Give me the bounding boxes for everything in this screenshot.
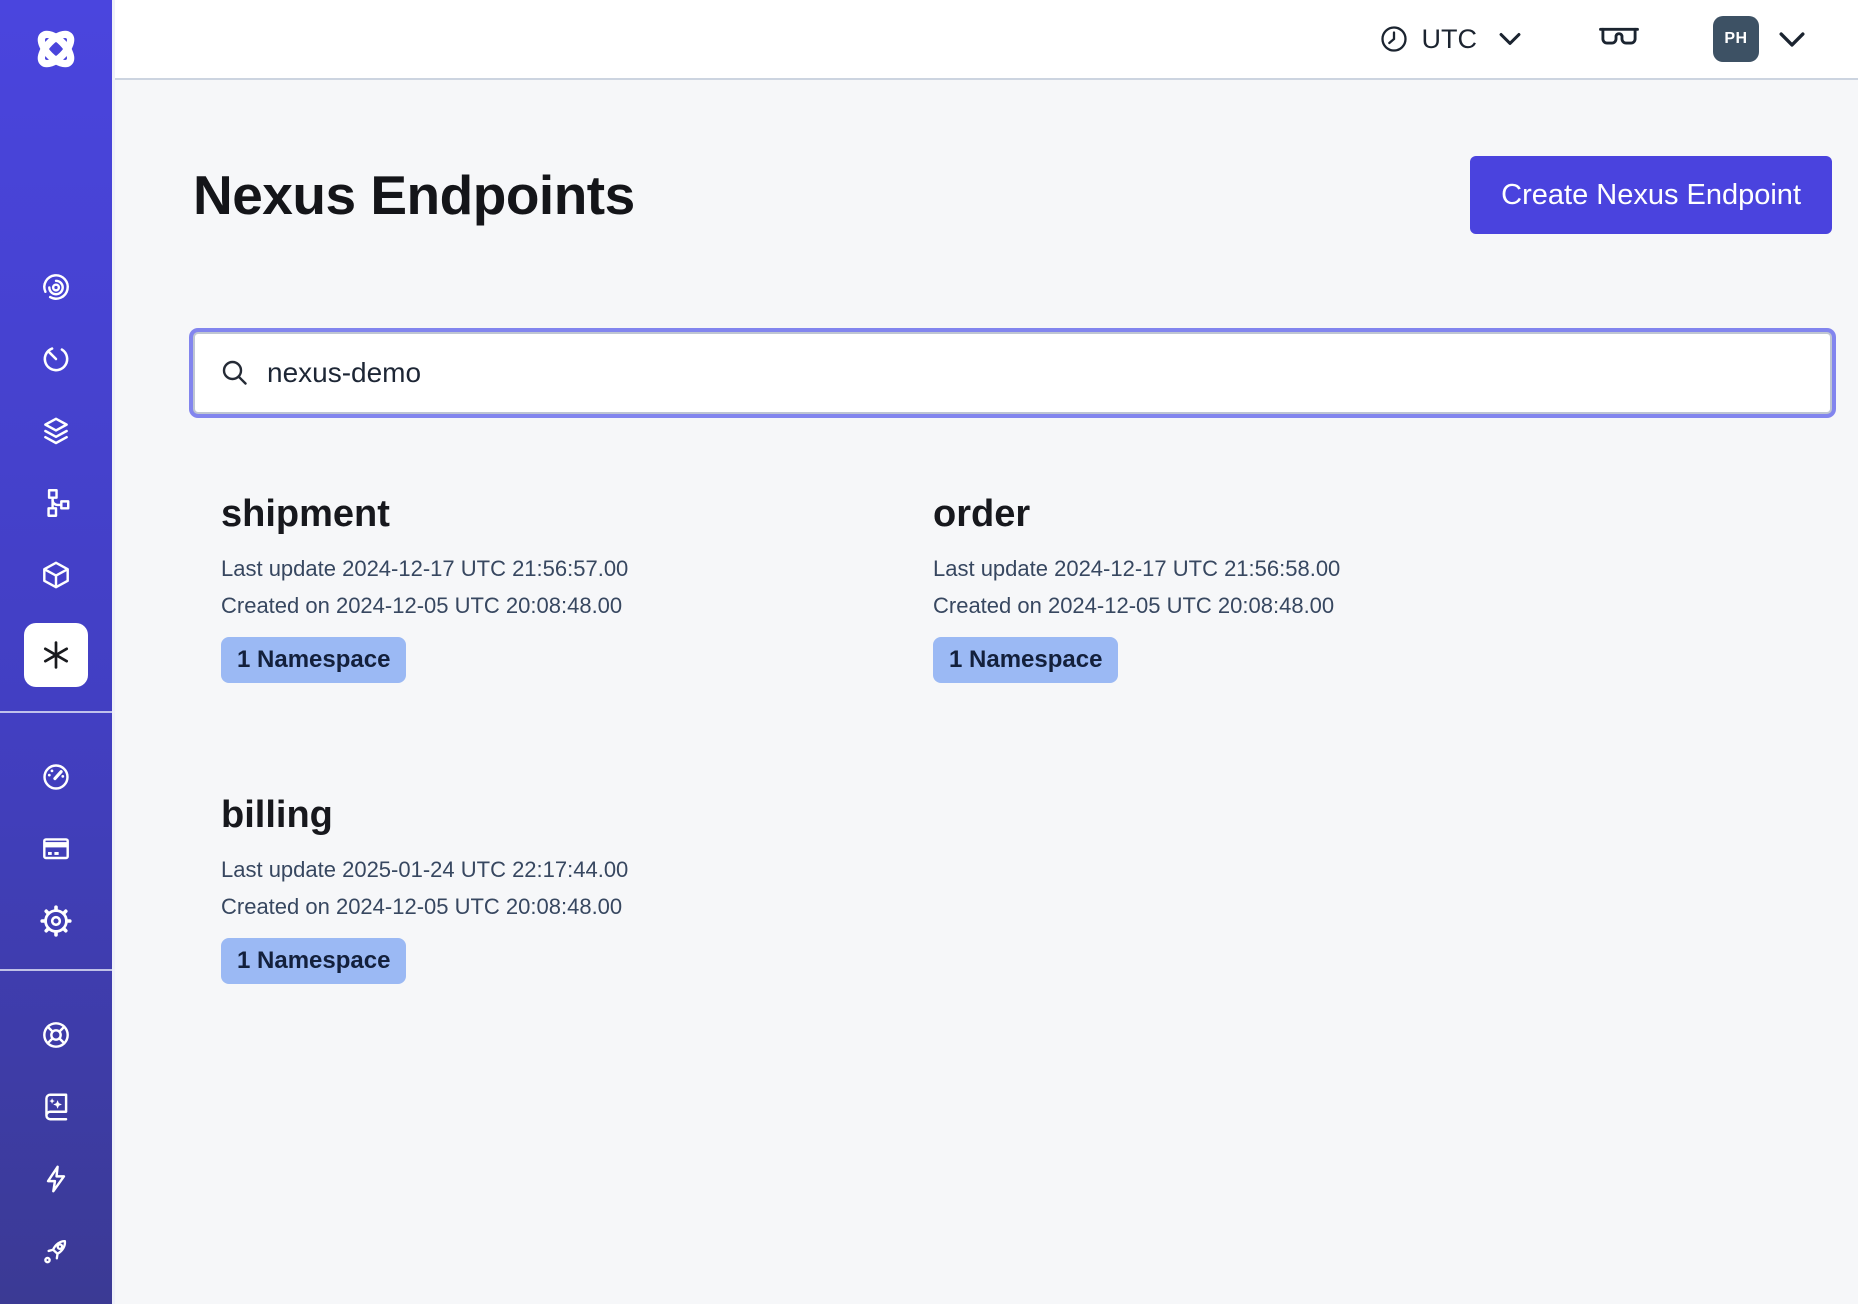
page-header: Nexus Endpoints Create Nexus Endpoint xyxy=(193,156,1832,234)
lifebuoy-icon xyxy=(39,1018,73,1052)
clock-icon xyxy=(1378,23,1410,55)
glasses-icon xyxy=(1597,24,1641,55)
endpoint-card[interactable]: order Last update 2024-12-17 UTC 21:56:5… xyxy=(905,465,1617,711)
sidebar-item-lifebuoy[interactable] xyxy=(24,1011,88,1059)
page-title: Nexus Endpoints xyxy=(193,162,635,228)
rocket-icon xyxy=(39,1234,73,1268)
namespace-badge: 1 Namespace xyxy=(221,938,406,984)
search-input[interactable] xyxy=(267,357,1806,389)
main-area: UTC PH Ne xyxy=(115,0,1858,1304)
create-nexus-endpoint-button[interactable]: Create Nexus Endpoint xyxy=(1470,156,1832,234)
glasses-button[interactable] xyxy=(1597,24,1641,55)
endpoint-created: Created on 2024-12-05 UTC 20:08:48.00 xyxy=(221,888,877,925)
timer-icon xyxy=(39,342,73,376)
search-icon xyxy=(219,357,251,389)
chevron-down-icon xyxy=(1776,31,1808,48)
sidebar-item-workflow-graph[interactable] xyxy=(24,479,88,527)
temporal-logo-icon[interactable] xyxy=(29,22,83,76)
endpoint-name: order xyxy=(933,493,1589,537)
endpoint-last-update: Last update 2024-12-17 UTC 21:56:58.00 xyxy=(933,550,1589,587)
namespace-badge: 1 Namespace xyxy=(933,637,1118,683)
namespace-badge: 1 Namespace xyxy=(221,637,406,683)
endpoint-created: Created on 2024-12-05 UTC 20:08:48.00 xyxy=(221,587,877,624)
timezone-label: UTC xyxy=(1422,24,1478,55)
workflow-graph-icon xyxy=(39,486,73,520)
sidebar-item-book-sparkles[interactable] xyxy=(24,1083,88,1131)
sidebar-item-credit-card[interactable] xyxy=(24,825,88,873)
endpoint-card[interactable]: shipment Last update 2024-12-17 UTC 21:5… xyxy=(193,465,905,711)
page-content: Nexus Endpoints Create Nexus Endpoint sh… xyxy=(115,80,1858,1012)
endpoint-last-update: Last update 2024-12-17 UTC 21:56:57.00 xyxy=(221,550,877,587)
nexus-asterisk-icon xyxy=(38,637,74,673)
topbar: UTC PH xyxy=(115,0,1858,80)
gear-icon xyxy=(39,904,73,938)
chevron-down-icon xyxy=(1497,32,1523,46)
sidebar-item-timer[interactable] xyxy=(24,335,88,383)
orbit-eye-icon xyxy=(39,270,73,304)
sidebar-item-orbit-eye[interactable] xyxy=(24,263,88,311)
sidebar-divider xyxy=(0,969,112,971)
sidebar-item-lightning[interactable] xyxy=(24,1155,88,1203)
lightning-icon xyxy=(39,1162,73,1196)
sidebar-item-layers[interactable] xyxy=(24,407,88,455)
timezone-select[interactable]: UTC xyxy=(1378,23,1524,55)
layers-icon xyxy=(39,414,73,448)
book-sparkles-icon xyxy=(39,1090,73,1124)
avatar: PH xyxy=(1713,16,1759,62)
sidebar-item-gauge[interactable] xyxy=(24,753,88,801)
credit-card-icon xyxy=(39,832,73,866)
endpoint-name: billing xyxy=(221,794,877,838)
account-menu[interactable]: PH xyxy=(1713,16,1808,62)
sidebar-item-gear[interactable] xyxy=(24,897,88,945)
endpoint-card[interactable]: billing Last update 2025-01-24 UTC 22:17… xyxy=(193,766,905,1012)
endpoint-name: shipment xyxy=(221,493,877,537)
cube-icon xyxy=(39,558,73,592)
sidebar-divider xyxy=(0,711,112,713)
endpoint-last-update: Last update 2025-01-24 UTC 22:17:44.00 xyxy=(221,851,877,888)
sidebar-item-cube[interactable] xyxy=(24,551,88,599)
gauge-icon xyxy=(39,760,73,794)
endpoint-created: Created on 2024-12-05 UTC 20:08:48.00 xyxy=(933,587,1589,624)
sidebar-item-rocket[interactable] xyxy=(24,1227,88,1275)
search-box xyxy=(193,332,1832,414)
endpoints-grid: shipment Last update 2024-12-17 UTC 21:5… xyxy=(193,465,1832,1012)
sidebar-item-nexus[interactable] xyxy=(24,623,88,687)
sidebar xyxy=(0,0,115,1304)
